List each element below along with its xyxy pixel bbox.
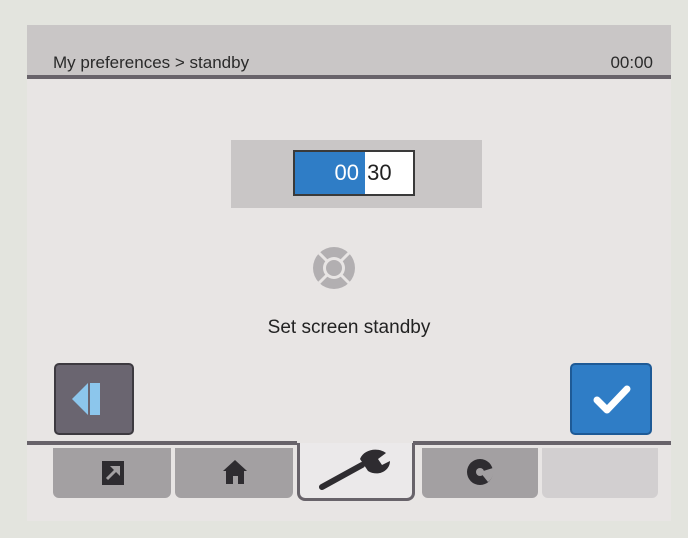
- breadcrumb: My preferences > standby: [53, 53, 250, 72]
- disc-icon: [467, 459, 494, 485]
- dial-navigation-icon: [313, 247, 355, 289]
- home-icon: [223, 460, 247, 484]
- back-icon: [72, 383, 100, 415]
- check-icon: [593, 385, 631, 414]
- export-icon: [102, 461, 124, 485]
- instruction-text: Set screen standby: [267, 317, 431, 338]
- tab-divider-right: [413, 441, 671, 445]
- tab-empty: [542, 448, 658, 498]
- clock: 00:00: [610, 53, 653, 72]
- standby-time-panel: 00 : 30: [231, 140, 482, 208]
- back-button[interactable]: [54, 363, 134, 435]
- wrench-icon: [319, 449, 390, 490]
- header-bar: My preferences > standby 00:00: [27, 25, 671, 79]
- tab-disc[interactable]: [422, 448, 538, 498]
- device-screen: My preferences > standby 00:00 00 : 30 S…: [27, 25, 671, 521]
- minutes-segment[interactable]: 30: [365, 152, 413, 194]
- tab-home[interactable]: [175, 448, 293, 498]
- confirm-button[interactable]: [570, 363, 652, 435]
- standby-time-field[interactable]: 00 : 30: [293, 150, 415, 196]
- tab-settings[interactable]: [297, 443, 415, 501]
- tab-export[interactable]: [53, 448, 171, 498]
- tab-divider-left: [27, 441, 297, 445]
- hours-segment[interactable]: 00: [295, 152, 359, 194]
